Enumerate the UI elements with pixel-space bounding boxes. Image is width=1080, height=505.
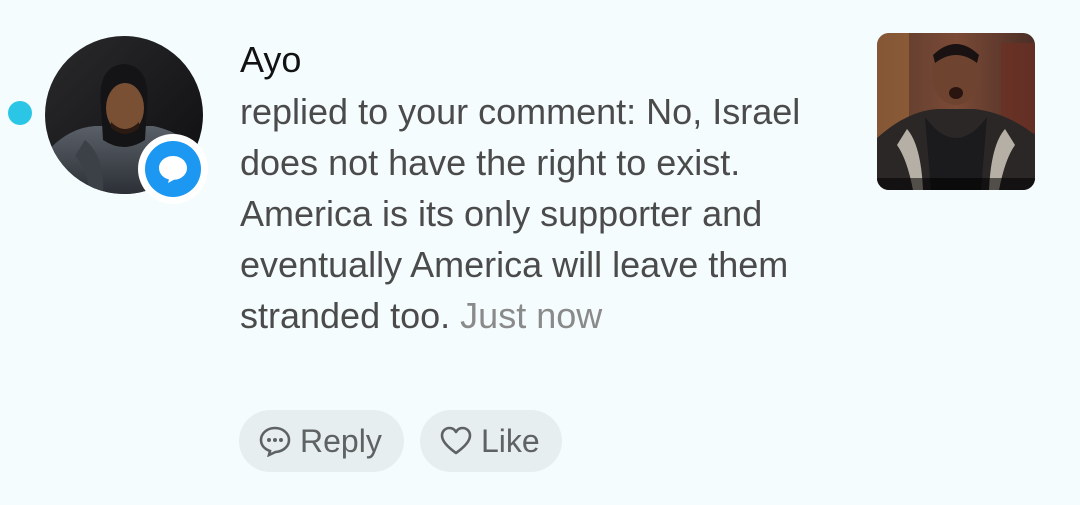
thumbnail-caption-bar — [877, 178, 1035, 190]
username[interactable]: Ayo — [240, 38, 301, 82]
heart-icon — [439, 425, 473, 457]
unread-indicator — [8, 101, 32, 125]
like-button[interactable]: Like — [420, 410, 562, 472]
like-label: Like — [481, 422, 540, 459]
comment-badge — [138, 134, 208, 204]
timestamp: Just now — [460, 295, 603, 336]
notification-message: replied to your comment: No, Israel does… — [240, 86, 850, 341]
comment-bubble-icon — [159, 156, 187, 183]
action-bar: Reply Like — [239, 410, 562, 472]
comment-icon — [258, 425, 292, 457]
notification-item[interactable]: Ayo replied to your comment: No, Israel … — [0, 0, 1080, 505]
reply-label: Reply — [300, 422, 382, 459]
video-thumbnail[interactable] — [877, 33, 1035, 190]
reply-button[interactable]: Reply — [239, 410, 404, 472]
